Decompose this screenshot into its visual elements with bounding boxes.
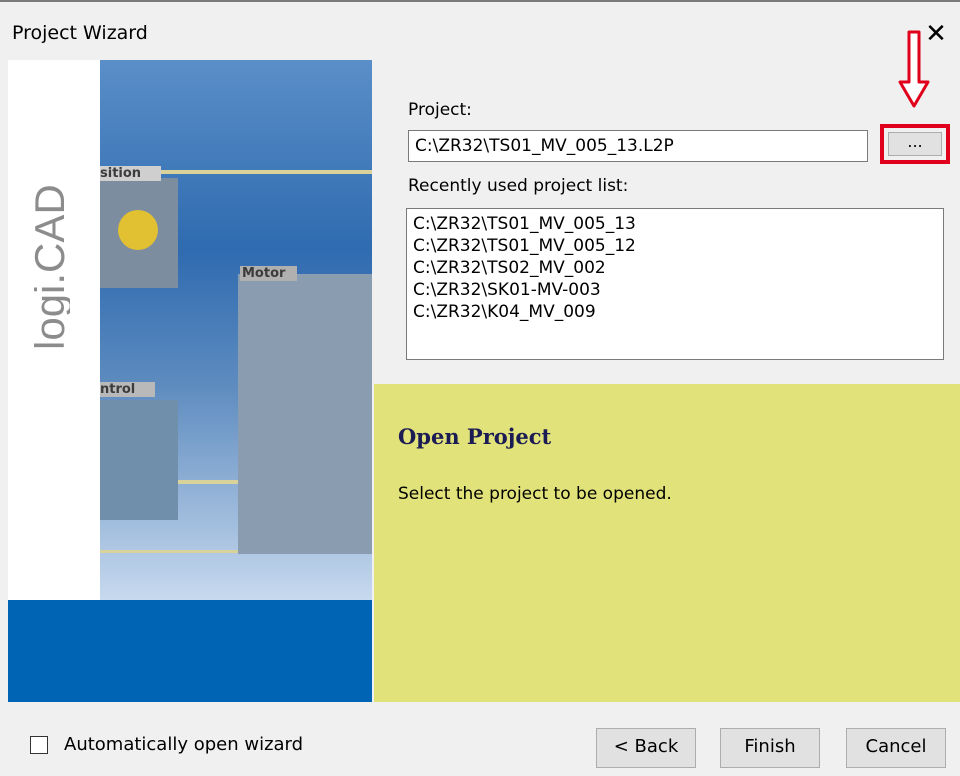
wizard-panel: Project: ... Recently used project list:… xyxy=(374,60,960,702)
footer-bar: Automatically open wizard < Back Finish … xyxy=(0,702,960,776)
project-wizard-window: Project Wizard ✕ logi.CAD sition Motor n… xyxy=(0,0,960,776)
back-button[interactable]: < Back xyxy=(596,728,696,768)
project-label: Project: xyxy=(408,100,472,120)
list-item[interactable]: C:\ZR32\TS01_MV_005_13 xyxy=(413,213,937,235)
logicad-banner: logi.CAD sition Motor ntrol xyxy=(8,60,372,702)
cancel-button[interactable]: Cancel xyxy=(846,728,946,768)
down-arrow-icon xyxy=(898,30,930,108)
auto-open-checkbox[interactable] xyxy=(30,736,48,754)
recent-projects-label: Recently used project list: xyxy=(408,176,629,196)
banner-caption-position: sition xyxy=(100,166,162,181)
banner-caption-motor: Motor xyxy=(240,266,298,281)
info-heading: Open Project xyxy=(398,424,552,449)
list-item[interactable]: C:\ZR32\K04_MV_009 xyxy=(413,301,937,323)
logicad-logo: logi.CAD xyxy=(34,184,70,350)
info-box: Open Project Select the project to be op… xyxy=(374,384,960,702)
recent-projects-list[interactable]: C:\ZR32\TS01_MV_005_13 C:\ZR32\TS01_MV_0… xyxy=(406,208,944,360)
info-text: Select the project to be opened. xyxy=(398,484,672,504)
auto-open-label: Automatically open wizard xyxy=(64,734,304,755)
banner-blue-strip xyxy=(8,600,372,702)
finish-button[interactable]: Finish xyxy=(720,728,820,768)
list-item[interactable]: C:\ZR32\SK01-MV-003 xyxy=(413,279,937,301)
project-path-input[interactable] xyxy=(408,130,868,162)
logo-text: logi.CAD xyxy=(34,184,70,350)
window-title: Project Wizard xyxy=(12,22,148,44)
banner-caption-control: ntrol xyxy=(100,382,156,397)
browse-button[interactable]: ... xyxy=(888,132,942,156)
banner-collage-image: sition Motor ntrol xyxy=(100,60,372,600)
list-item[interactable]: C:\ZR32\TS02_MV_002 xyxy=(413,257,937,279)
list-item[interactable]: C:\ZR32\TS01_MV_005_12 xyxy=(413,235,937,257)
